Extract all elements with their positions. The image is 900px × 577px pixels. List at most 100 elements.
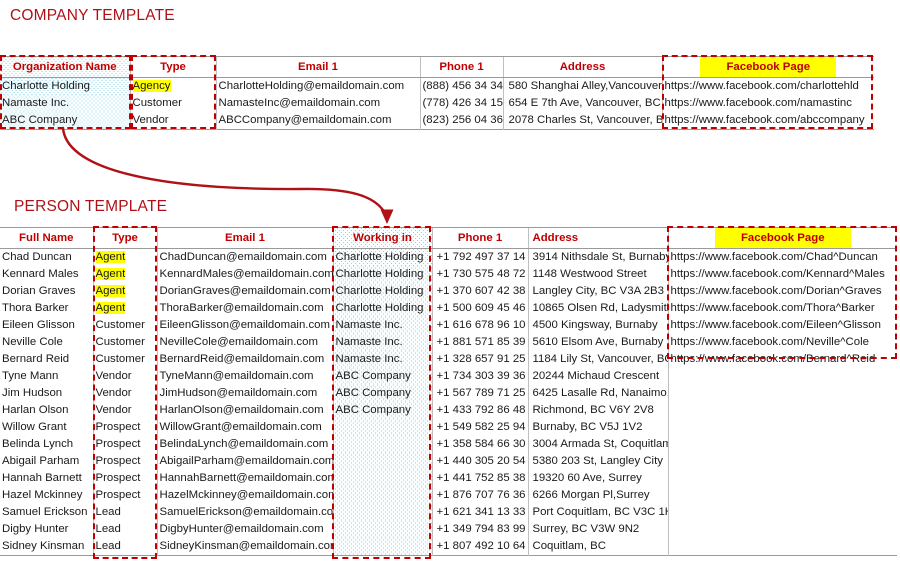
company-col-facebook-page[interactable]: Facebook Page (661, 56, 874, 78)
cell-phone1[interactable]: +1 370 607 42 38 (431, 283, 528, 300)
person-col-facebook-page[interactable]: Facebook Page (667, 227, 897, 249)
cell-full-name[interactable]: Samuel Erickson (0, 504, 93, 521)
cell-working-in[interactable]: Namaste Inc. (332, 334, 432, 351)
cell-full-name[interactable]: Eileen Glisson (0, 317, 93, 334)
cell-email1[interactable]: TyneMann@emaildomain.com (156, 368, 333, 385)
cell-working-in[interactable]: ABC Company (332, 402, 432, 419)
cell-full-name[interactable]: Jim Hudson (0, 385, 93, 402)
cell-facebook-page[interactable]: https://www.facebook.com/Neville^Cole (667, 334, 897, 351)
cell-email1[interactable]: HazelMckinney@emaildomain.com (156, 487, 333, 504)
cell-facebook-page[interactable]: https://www.facebook.com/charlottehld (661, 77, 874, 95)
cell-full-name[interactable]: Neville Cole (0, 334, 93, 351)
cell-address[interactable]: 20244 Michaud Crescent (527, 368, 668, 385)
cell-phone1[interactable]: (888) 456 34 34 (419, 77, 503, 95)
person-col-working-in[interactable]: Working in (332, 227, 432, 249)
cell-address[interactable]: 2078 Charles St, Vancouver, BC (502, 112, 662, 130)
person-col-type[interactable]: Type (92, 227, 157, 249)
cell-email1[interactable]: SamuelErickson@emaildomain.com (156, 504, 333, 521)
cell-type[interactable]: Vendor (92, 402, 157, 419)
cell-phone1[interactable]: +1 881 571 85 39 (431, 334, 528, 351)
cell-address[interactable]: 3004 Armada St, Coquitlam (527, 436, 668, 453)
cell-working-in[interactable] (332, 538, 432, 556)
cell-phone1[interactable]: (778) 426 34 15 (419, 95, 503, 112)
cell-working-in[interactable] (332, 436, 432, 453)
cell-facebook-page[interactable] (667, 453, 897, 470)
cell-address[interactable]: 1148 Westwood Street (527, 266, 668, 283)
cell-facebook-page[interactable] (667, 521, 897, 538)
cell-type[interactable]: Agent (92, 248, 157, 266)
cell-facebook-page[interactable]: https://www.facebook.com/Dorian^Graves (667, 283, 897, 300)
cell-full-name[interactable]: Thora Barker (0, 300, 93, 317)
company-col-phone1[interactable]: Phone 1 (419, 56, 503, 78)
cell-phone1[interactable]: +1 349 794 83 99 (431, 521, 528, 538)
cell-phone1[interactable]: (823) 256 04 36 (419, 112, 503, 130)
cell-address[interactable]: 580 Shanghai Alley,Vancouver, (502, 77, 662, 95)
cell-email1[interactable]: NamasteInc@emaildomain.com (215, 95, 420, 112)
cell-address[interactable]: 5380 203 St, Langley City (527, 453, 668, 470)
cell-full-name[interactable]: Harlan Olson (0, 402, 93, 419)
cell-facebook-page[interactable] (667, 402, 897, 419)
cell-email1[interactable]: HarlanOlson@emaildomain.com (156, 402, 333, 419)
person-col-full-name[interactable]: Full Name (0, 227, 93, 249)
cell-type[interactable]: Vendor (92, 385, 157, 402)
cell-working-in[interactable]: ABC Company (332, 368, 432, 385)
cell-working-in[interactable]: Charlotte Holding (332, 283, 432, 300)
cell-type[interactable]: Prospect (92, 470, 157, 487)
cell-organization-name[interactable]: Namaste Inc. (0, 95, 130, 112)
company-col-address[interactable]: Address (502, 56, 662, 78)
cell-address[interactable]: Langley City, BC V3A 2B3 (527, 283, 668, 300)
person-col-address[interactable]: Address (527, 227, 668, 249)
cell-email1[interactable]: SidneyKinsman@emaildomain.com (156, 538, 333, 556)
cell-email1[interactable]: ABCCompany@emaildomain.com (215, 112, 420, 130)
cell-address[interactable]: 4500 Kingsway, Burnaby (527, 317, 668, 334)
cell-address[interactable]: Burnaby, BC V5J 1V2 (527, 419, 668, 436)
cell-working-in[interactable] (332, 521, 432, 538)
cell-facebook-page[interactable] (667, 419, 897, 436)
cell-facebook-page[interactable]: https://www.facebook.com/Kennard^Males (667, 266, 897, 283)
cell-facebook-page[interactable]: https://www.facebook.com/Eileen^Glisson (667, 317, 897, 334)
cell-type[interactable]: Lead (92, 504, 157, 521)
cell-email1[interactable]: KennardMales@emaildomain.com (156, 266, 333, 283)
cell-type[interactable]: Lead (92, 538, 157, 556)
cell-type[interactable]: Prospect (92, 419, 157, 436)
cell-email1[interactable]: BelindaLynch@emaildomain.com (156, 436, 333, 453)
cell-type[interactable]: Prospect (92, 487, 157, 504)
cell-email1[interactable]: ChadDuncan@emaildomain.com (156, 248, 333, 266)
cell-working-in[interactable] (332, 504, 432, 521)
cell-address[interactable]: 6266 Morgan Pl,Surrey (527, 487, 668, 504)
cell-type[interactable]: Prospect (92, 436, 157, 453)
person-col-email1[interactable]: Email 1 (156, 227, 333, 249)
cell-phone1[interactable]: +1 730 575 48 72 (431, 266, 528, 283)
cell-type[interactable]: Prospect (92, 453, 157, 470)
cell-address[interactable]: Surrey, BC V3W 9N2 (527, 521, 668, 538)
cell-facebook-page[interactable] (667, 487, 897, 504)
cell-phone1[interactable]: +1 328 657 91 25 (431, 351, 528, 368)
cell-facebook-page[interactable] (667, 385, 897, 402)
cell-type[interactable]: Customer (129, 95, 216, 112)
cell-type[interactable]: Agency (129, 77, 216, 95)
cell-email1[interactable]: CharlotteHolding@emaildomain.com (215, 77, 420, 95)
company-col-type[interactable]: Type (129, 56, 216, 78)
cell-email1[interactable]: AbigailParham@emaildomain.com (156, 453, 333, 470)
cell-address[interactable]: 5610 Elsom Ave, Burnaby (527, 334, 668, 351)
cell-email1[interactable]: HannahBarnett@emaildomain.com (156, 470, 333, 487)
cell-full-name[interactable]: Hazel Mckinney (0, 487, 93, 504)
cell-address[interactable]: 654 E 7th Ave, Vancouver, BC (502, 95, 662, 112)
cell-full-name[interactable]: Bernard Reid (0, 351, 93, 368)
cell-email1[interactable]: JimHudson@emaildomain.com (156, 385, 333, 402)
cell-full-name[interactable]: Kennard Males (0, 266, 93, 283)
cell-phone1[interactable]: +1 441 752 85 38 (431, 470, 528, 487)
cell-full-name[interactable]: Digby Hunter (0, 521, 93, 538)
cell-type[interactable]: Agent (92, 266, 157, 283)
cell-address[interactable]: Richmond, BC V6Y 2V8 (527, 402, 668, 419)
cell-working-in[interactable] (332, 470, 432, 487)
cell-full-name[interactable]: Belinda Lynch (0, 436, 93, 453)
cell-working-in[interactable]: Charlotte Holding (332, 300, 432, 317)
cell-phone1[interactable]: +1 500 609 45 46 (431, 300, 528, 317)
cell-email1[interactable]: BernardReid@emaildomain.com (156, 351, 333, 368)
cell-facebook-page[interactable] (667, 436, 897, 453)
cell-full-name[interactable]: Sidney Kinsman (0, 538, 93, 556)
cell-type[interactable]: Agent (92, 300, 157, 317)
cell-phone1[interactable]: +1 734 303 39 36 (431, 368, 528, 385)
cell-phone1[interactable]: +1 807 492 10 64 (431, 538, 528, 556)
